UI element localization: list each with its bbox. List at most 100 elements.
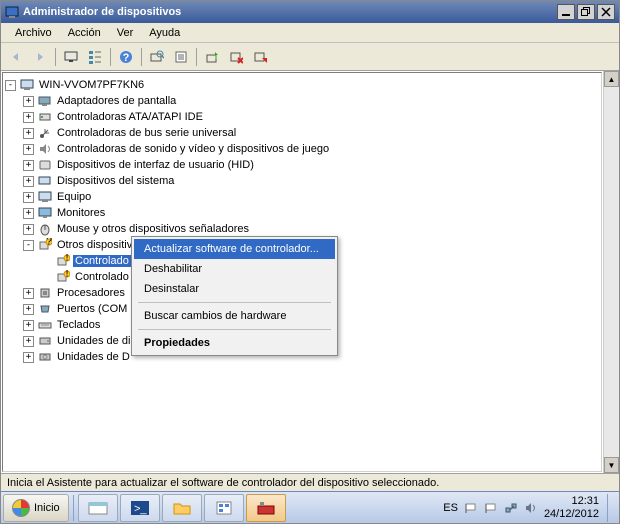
expander-icon[interactable]: + — [23, 176, 34, 187]
task-server-manager[interactable] — [204, 494, 244, 522]
language-indicator[interactable]: ES — [443, 502, 458, 514]
start-button[interactable]: Inicio — [3, 494, 69, 522]
forward-button — [29, 46, 51, 68]
expander-icon[interactable]: + — [23, 112, 34, 123]
tree-node-display[interactable]: +Adaptadores de pantalla — [5, 93, 599, 109]
menu-separator — [138, 329, 331, 330]
restore-button[interactable] — [577, 4, 595, 20]
keyboard-icon — [38, 318, 52, 332]
tree-node-usb[interactable]: +Controladoras de bus serie universal — [5, 125, 599, 141]
ctx-uninstall[interactable]: Desinstalar — [134, 279, 335, 299]
node-label: Puertos (COM — [55, 303, 129, 315]
tree-node-ata[interactable]: + Controladoras ATA/ATAPI IDE — [5, 109, 599, 125]
expander-icon[interactable]: + — [23, 320, 34, 331]
tree-node-monitor[interactable]: +Monitores — [5, 205, 599, 221]
task-explorer[interactable] — [78, 494, 118, 522]
svg-text:?: ? — [123, 52, 130, 64]
update-driver-button[interactable] — [201, 46, 223, 68]
expander-icon[interactable]: - — [23, 240, 34, 251]
vertical-scrollbar[interactable]: ▲ ▼ — [603, 71, 619, 473]
tray-sound-icon[interactable] — [524, 501, 538, 515]
node-label: Controlado — [73, 255, 131, 267]
task-powershell[interactable]: >_ — [120, 494, 160, 522]
expander-icon[interactable]: + — [23, 96, 34, 107]
hid-icon — [38, 158, 52, 172]
tree-node-hid[interactable]: + Dispositivos de interfaz de usuario (HI… — [5, 157, 599, 173]
port-icon — [38, 302, 52, 316]
node-label: Unidades de D — [55, 351, 132, 363]
expander-icon[interactable]: + — [23, 336, 34, 347]
tree-root[interactable]: - WIN-VVOM7PF7KN6 — [5, 77, 599, 93]
task-folder[interactable] — [162, 494, 202, 522]
menu-view[interactable]: Ver — [109, 25, 142, 41]
expander-icon[interactable]: + — [23, 160, 34, 171]
scroll-down-button[interactable]: ▼ — [604, 457, 619, 473]
minimize-button[interactable] — [557, 4, 575, 20]
help-button[interactable]: ? — [115, 46, 137, 68]
expander-icon[interactable]: + — [23, 304, 34, 315]
expander-icon[interactable]: + — [23, 144, 34, 155]
content-area: - WIN-VVOM7PF7KN6 +Adaptadores de pantal… — [1, 71, 619, 473]
menu-help[interactable]: Ayuda — [141, 25, 188, 41]
node-label: Controladoras ATA/ATAPI IDE — [55, 111, 205, 123]
node-label: Teclados — [55, 319, 102, 331]
expander-icon[interactable]: + — [23, 192, 34, 203]
menu-separator — [138, 302, 331, 303]
node-label: Dispositivos del sistema — [55, 175, 176, 187]
ide-controller-icon — [38, 110, 52, 124]
toolbar: ? — [1, 43, 619, 71]
monitor-icon — [38, 206, 52, 220]
svg-text:?: ? — [46, 238, 52, 248]
node-label: Dispositivos de interfaz de usuario (HID… — [55, 159, 256, 171]
node-label: Controladoras de sonido y vídeo y dispos… — [55, 143, 331, 155]
node-label: Unidades de di — [55, 335, 132, 347]
menu-action[interactable]: Acción — [60, 25, 109, 41]
scroll-track[interactable] — [604, 87, 619, 457]
system-device-icon — [38, 174, 52, 188]
properties-button[interactable] — [170, 46, 192, 68]
expander-icon[interactable]: + — [23, 288, 34, 299]
svg-text:!: ! — [65, 254, 68, 264]
start-label: Inicio — [34, 502, 60, 514]
ctx-update-driver[interactable]: Actualizar software de controlador... — [134, 239, 335, 259]
close-button[interactable] — [597, 4, 615, 20]
statusbar: Inicia el Asistente para actualizar el s… — [1, 473, 619, 491]
expander-icon[interactable]: + — [23, 352, 34, 363]
usb-icon — [38, 126, 52, 140]
task-device-manager[interactable] — [246, 494, 286, 522]
show-desktop-button[interactable] — [607, 494, 617, 522]
time-text: 12:31 — [571, 495, 599, 507]
scroll-up-button[interactable]: ▲ — [604, 71, 619, 87]
tray-network-icon[interactable] — [504, 501, 518, 515]
expander-icon[interactable]: + — [23, 208, 34, 219]
expander-icon[interactable]: - — [5, 80, 16, 91]
expander-icon[interactable]: + — [23, 128, 34, 139]
date-text: 24/12/2012 — [544, 508, 599, 520]
monitor-icon[interactable] — [60, 46, 82, 68]
menubar: Archivo Acción Ver Ayuda — [1, 23, 619, 43]
ctx-properties[interactable]: Propiedades — [134, 333, 335, 353]
tray-action-icon[interactable] — [484, 501, 498, 515]
tree-node-mouse[interactable]: +Mouse y otros dispositivos señaladores — [5, 221, 599, 237]
tree-node-sound[interactable]: + Controladoras de sonido y vídeo y dispo… — [5, 141, 599, 157]
clock[interactable]: 12:31 24/12/2012 — [544, 495, 599, 519]
disable-button[interactable] — [249, 46, 271, 68]
svg-text:>_: >_ — [134, 503, 147, 515]
ctx-scan-hardware[interactable]: Buscar cambios de hardware — [134, 306, 335, 326]
expander-icon[interactable]: + — [23, 224, 34, 235]
tree-node-system[interactable]: + Dispositivos del sistema — [5, 173, 599, 189]
node-label: Equipo — [55, 191, 93, 203]
back-button — [5, 46, 27, 68]
tree-node-computer[interactable]: + Equipo — [5, 189, 599, 205]
menu-file[interactable]: Archivo — [7, 25, 60, 41]
tray-flag-icon[interactable] — [464, 501, 478, 515]
tree-icon[interactable] — [84, 46, 106, 68]
device-tree[interactable]: - WIN-VVOM7PF7KN6 +Adaptadores de pantal… — [2, 72, 602, 472]
unknown-device-icon: ! — [56, 254, 70, 268]
svg-text:!: ! — [65, 270, 68, 280]
ctx-disable[interactable]: Deshabilitar — [134, 259, 335, 279]
uninstall-button[interactable] — [225, 46, 247, 68]
device-manager-window: Administrador de dispositivos Archivo Ac… — [0, 0, 620, 524]
scan-hardware-button[interactable] — [146, 46, 168, 68]
status-text: Inicia el Asistente para actualizar el s… — [7, 477, 439, 489]
